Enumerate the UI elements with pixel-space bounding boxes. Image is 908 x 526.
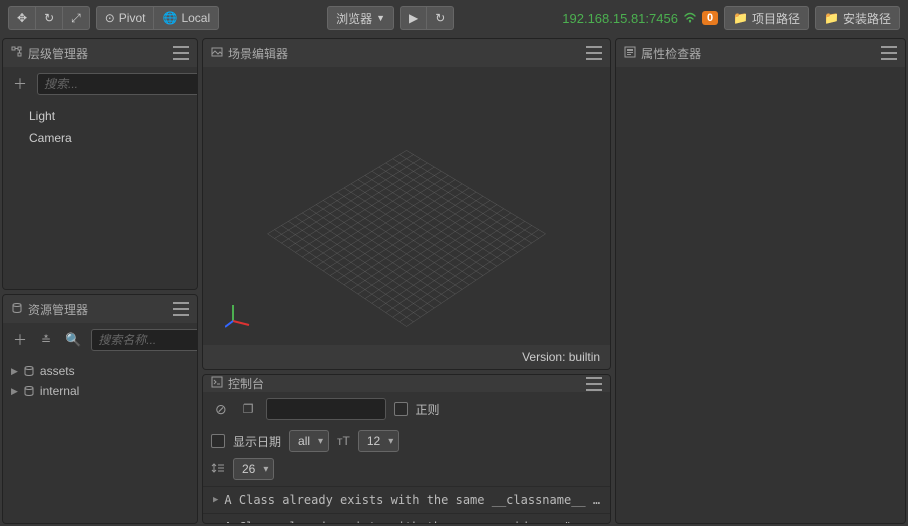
connection-count-badge: 0 <box>702 11 718 25</box>
rotate-tool-button[interactable]: ↻ <box>35 6 62 30</box>
browser-label: 浏览器 <box>336 10 372 27</box>
console-title: 控制台 <box>228 375 264 392</box>
expand-icon[interactable]: ▶ <box>213 522 218 524</box>
pivot-icon: ⊙ <box>105 11 115 25</box>
fontsize-icon: ᴛT <box>337 434 350 448</box>
hierarchy-tree: Light Camera <box>3 101 197 289</box>
hierarchy-search-input[interactable] <box>37 73 198 95</box>
inspector-panel: 属性检查器 <box>615 38 906 524</box>
database-icon <box>11 302 23 317</box>
inspector-body <box>616 67 905 523</box>
assets-item[interactable]: ▶ internal <box>9 381 191 401</box>
install-path-label: 安装路径 <box>843 10 891 27</box>
copy-log-button[interactable]: ❐ <box>239 400 258 418</box>
hierarchy-item[interactable]: Camera <box>9 127 191 149</box>
expand-icon[interactable]: ▶ <box>213 495 218 505</box>
scene-grid <box>203 67 610 345</box>
scene-status-bar: Version: builtin <box>203 345 610 369</box>
show-date-checkbox[interactable] <box>211 434 225 448</box>
show-date-label: 显示日期 <box>233 433 281 450</box>
log-text: A Class already exists with the same __c… <box>224 520 600 524</box>
clear-log-button[interactable]: ⊘ <box>211 399 231 420</box>
hierarchy-menu-button[interactable] <box>173 46 189 60</box>
folder-icon: 📁 <box>824 11 839 25</box>
local-label: Local <box>181 11 210 25</box>
assets-item-label: assets <box>40 364 75 378</box>
hierarchy-title: 层级管理器 <box>28 45 88 62</box>
inspector-title: 属性检查器 <box>641 45 701 62</box>
inspector-menu-button[interactable] <box>881 46 897 60</box>
play-button[interactable]: ▶ <box>400 6 426 30</box>
regex-label: 正则 <box>416 401 440 418</box>
move-tool-button[interactable]: ✥ <box>8 6 35 30</box>
sort-button[interactable]: ≛ <box>37 331 55 349</box>
pivot-label: Pivot <box>119 11 146 25</box>
folder-icon: 📁 <box>733 11 748 25</box>
assets-menu-button[interactable] <box>173 302 189 316</box>
tree-icon <box>11 46 23 61</box>
add-node-button[interactable]: ＋ <box>9 72 31 96</box>
scale-icon: ⤢ <box>71 11 81 26</box>
pivot-button[interactable]: ⊙ Pivot <box>96 6 154 30</box>
assets-item-label: internal <box>40 384 79 398</box>
reload-button[interactable]: ↻ <box>426 6 454 30</box>
assets-item[interactable]: ▶ assets <box>9 361 191 381</box>
move-icon: ✥ <box>17 11 27 25</box>
console-icon <box>211 376 223 391</box>
log-text: A Class already exists with the same __c… <box>224 493 600 507</box>
add-asset-button[interactable]: ＋ <box>9 328 31 352</box>
scene-viewport[interactable] <box>203 67 610 345</box>
scene-panel: 场景编辑器 <box>202 38 611 370</box>
browser-select[interactable]: 浏览器 ▼ <box>327 6 394 30</box>
font-size-select[interactable]: 12 <box>358 430 399 452</box>
console-panel: 控制台 ⊘ ❐ 正则 显示日期 all ᴛT 12 <box>202 374 611 524</box>
assets-panel: 资源管理器 ＋ ≛ 🔍 ⤢ ▶ assets ▶ <box>2 294 198 524</box>
assets-search-input[interactable] <box>91 329 198 351</box>
install-path-button[interactable]: 📁 安装路径 <box>815 6 900 30</box>
log-level-select[interactable]: all <box>289 430 329 452</box>
assets-title: 资源管理器 <box>28 301 88 318</box>
reload-icon: ↻ <box>435 11 445 25</box>
scene-title: 场景编辑器 <box>228 45 288 62</box>
search-mode-button[interactable]: 🔍 <box>61 330 85 350</box>
regex-checkbox[interactable] <box>394 402 408 416</box>
assets-tree: ▶ assets ▶ internal <box>3 357 197 523</box>
ip-status: 192.168.15.81:7456 0 <box>562 11 718 26</box>
transform-tool-group: ✥ ↻ ⤢ <box>8 6 90 30</box>
database-icon <box>23 385 35 397</box>
log-entry[interactable]: ▶ A Class already exists with the same _… <box>203 486 610 513</box>
ip-text: 192.168.15.81:7456 <box>562 11 678 26</box>
scene-menu-button[interactable] <box>586 46 602 60</box>
scale-tool-button[interactable]: ⤢ <box>62 6 90 30</box>
console-filter-input[interactable] <box>266 398 386 420</box>
hierarchy-item[interactable]: Light <box>9 105 191 127</box>
line-height-select[interactable]: 26 <box>233 458 274 480</box>
main-area: 层级管理器 ＋ ⤡ ↻ Light Camera 资 <box>0 36 908 526</box>
log-entry[interactable]: ▶ A Class already exists with the same _… <box>203 513 610 524</box>
project-path-button[interactable]: 📁 项目路径 <box>724 6 809 30</box>
database-icon <box>23 365 35 377</box>
console-menu-button[interactable] <box>586 377 602 391</box>
main-toolbar: ✥ ↻ ⤢ ⊙ Pivot 🌐 Local 浏览器 ▼ ▶ ↻ 192.168.… <box>0 0 908 36</box>
scene-icon <box>211 46 223 61</box>
rotate-icon: ↻ <box>44 11 54 25</box>
globe-icon: 🌐 <box>162 11 177 25</box>
hierarchy-panel: 层级管理器 ＋ ⤡ ↻ Light Camera <box>2 38 198 290</box>
coord-tool-group: ⊙ Pivot 🌐 Local <box>96 6 219 30</box>
axis-gizmo <box>225 301 253 329</box>
version-label: Version: builtin <box>522 350 600 364</box>
expand-icon[interactable]: ▶ <box>11 366 18 377</box>
wifi-icon <box>683 11 697 26</box>
play-group: ▶ ↻ <box>400 6 454 30</box>
local-button[interactable]: 🌐 Local <box>153 6 219 30</box>
chevron-down-icon: ▼ <box>376 13 385 23</box>
inspector-icon <box>624 46 636 61</box>
expand-icon[interactable]: ▶ <box>11 386 18 397</box>
play-icon: ▶ <box>409 11 418 25</box>
project-path-label: 项目路径 <box>752 10 800 27</box>
lineheight-icon <box>211 461 225 478</box>
